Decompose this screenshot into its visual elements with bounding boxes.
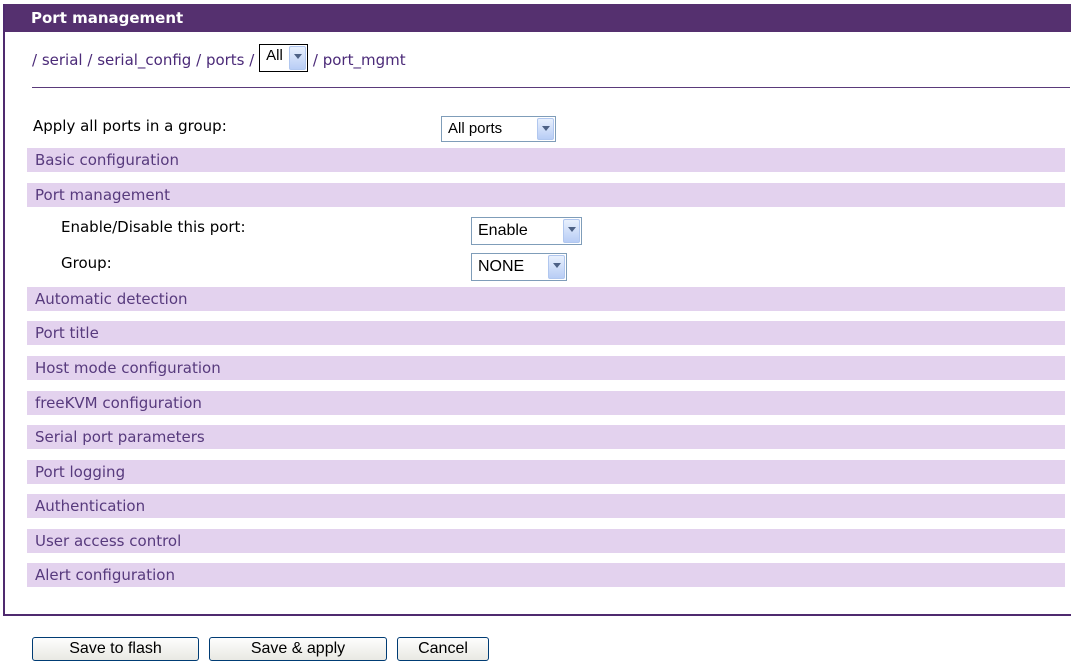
breadcrumb-separator: /: [32, 51, 42, 69]
section-authentication[interactable]: Authentication: [27, 494, 1065, 518]
breadcrumb-current: port_mgmt: [322, 51, 406, 69]
section-alert-configuration[interactable]: Alert configuration: [27, 563, 1065, 587]
section-automatic-detection[interactable]: Automatic detection: [27, 287, 1065, 311]
breadcrumb-separator: /: [249, 51, 260, 69]
group-label: Group:: [61, 254, 112, 272]
enable-port-select[interactable]: Enable: [471, 217, 582, 245]
breadcrumb-separator: /: [312, 51, 323, 69]
group-select[interactable]: NONE: [471, 253, 567, 281]
chevron-down-icon[interactable]: [548, 255, 565, 279]
port-select-value: All: [266, 46, 283, 64]
breadcrumb-separator: /: [87, 51, 98, 69]
save-to-flash-button[interactable]: Save to flash: [32, 637, 199, 661]
chevron-down-icon[interactable]: [537, 118, 554, 140]
section-user-access-control[interactable]: User access control: [27, 529, 1065, 553]
chevron-down-icon[interactable]: [563, 219, 580, 243]
section-basic-configuration[interactable]: Basic configuration: [27, 148, 1065, 172]
cancel-button[interactable]: Cancel: [397, 637, 489, 661]
breadcrumb-ports-link[interactable]: ports: [206, 51, 245, 69]
section-port-management[interactable]: Port management: [27, 183, 1065, 207]
divider: [32, 87, 1070, 88]
section-port-logging[interactable]: Port logging: [27, 460, 1065, 484]
section-port-title[interactable]: Port title: [27, 321, 1065, 345]
section-host-mode-configuration[interactable]: Host mode configuration: [27, 356, 1065, 380]
section-freekvm-configuration[interactable]: freeKVM configuration: [27, 391, 1065, 415]
breadcrumb: / serial / serial_config / ports / All /…: [32, 43, 406, 77]
port-select-dropdown[interactable]: All: [259, 43, 309, 72]
breadcrumb-separator: /: [196, 51, 206, 69]
apply-group-select[interactable]: All ports: [441, 116, 556, 142]
panel-title: Port management: [5, 4, 1071, 32]
breadcrumb-serial-config-link[interactable]: serial_config: [97, 51, 191, 69]
group-value: NONE: [478, 258, 525, 275]
save-and-apply-button[interactable]: Save & apply: [209, 637, 387, 661]
section-serial-port-parameters[interactable]: Serial port parameters: [27, 425, 1065, 449]
enable-port-value: Enable: [478, 222, 528, 239]
chevron-down-icon[interactable]: [289, 45, 307, 70]
apply-group-label: Apply all ports in a group:: [33, 117, 227, 135]
apply-group-value: All ports: [448, 120, 503, 137]
enable-disable-label: Enable/Disable this port:: [61, 218, 246, 236]
breadcrumb-serial-link[interactable]: serial: [42, 51, 83, 69]
